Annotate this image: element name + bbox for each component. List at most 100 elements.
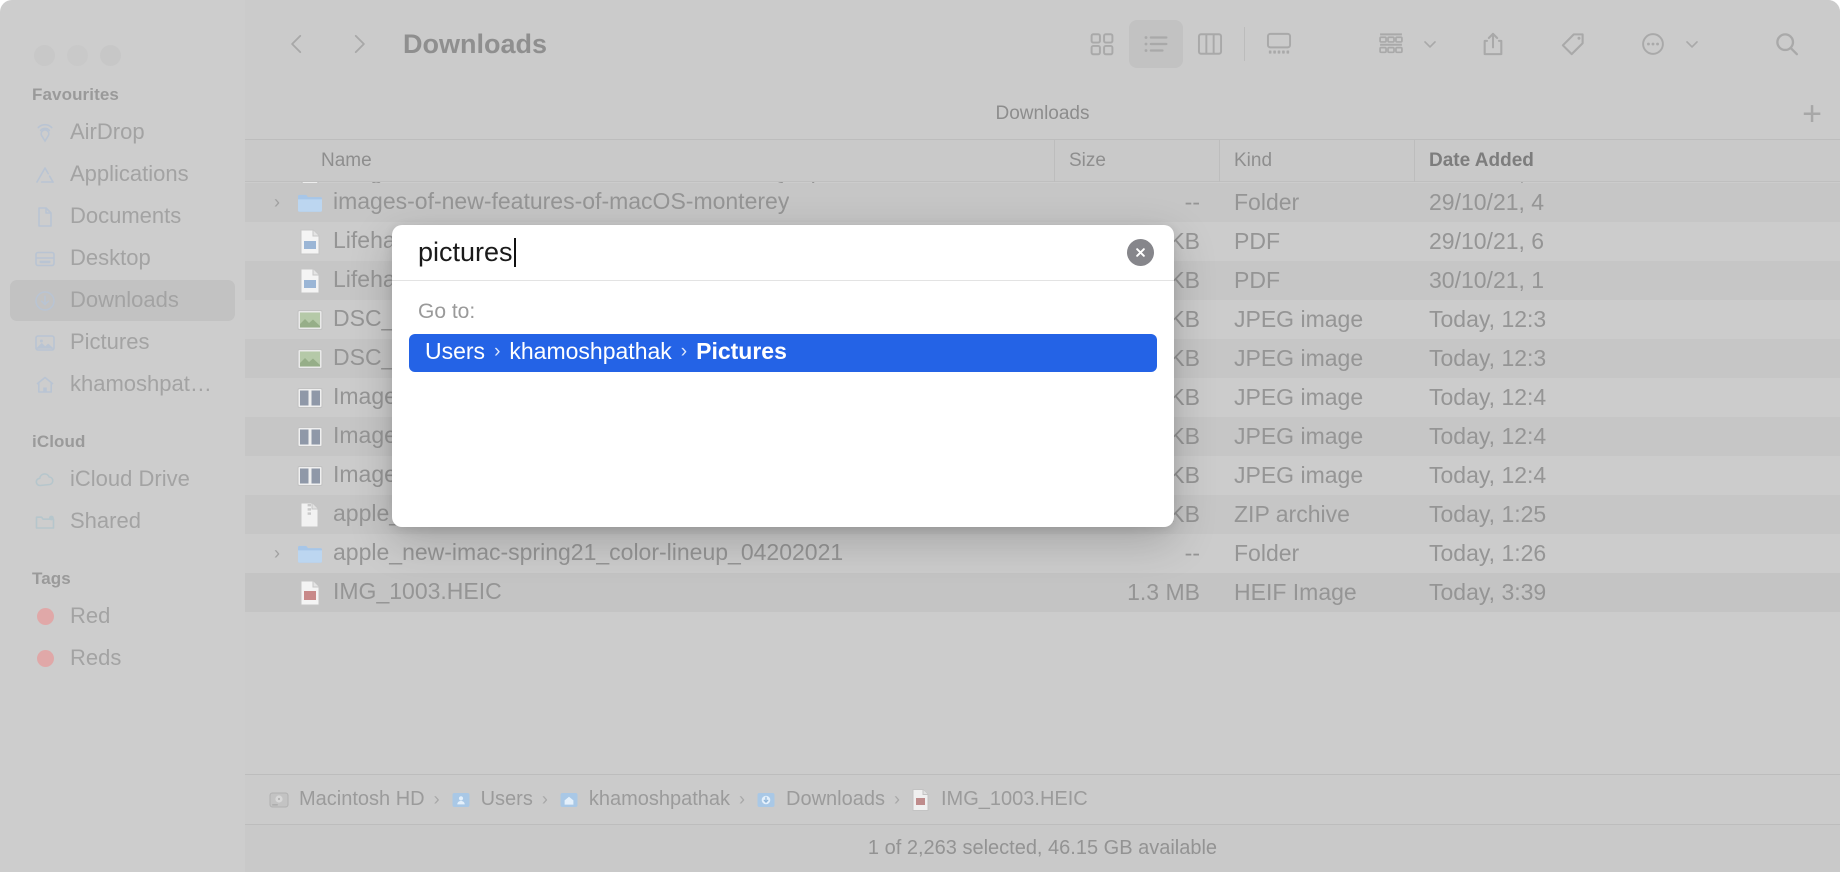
sidebar-item-label: Downloads [70,288,179,312]
view-switcher [1075,20,1306,68]
sidebar-item-documents[interactable]: Documents [10,196,235,237]
text-caret [513,238,516,267]
file-kind: PDF [1234,228,1280,254]
toolbar: Downloads [245,0,1840,88]
file-size: -- [1184,540,1200,566]
go-to-folder-input[interactable]: pictures [418,238,1127,267]
breadcrumb-label: Macintosh HD [299,788,425,810]
path-separator: › [680,341,688,362]
sidebar-item-applications[interactable]: Applications [10,154,235,195]
file-kind: JPEG image [1234,423,1364,449]
share-button[interactable] [1466,20,1520,68]
breadcrumb-separator: › [894,789,900,809]
clear-input-button[interactable] [1127,239,1154,266]
table-row[interactable]: › IMG_1003.HEIC 1.3 MB HEIF Image Today,… [245,573,1840,612]
shared-folder-icon [32,509,58,535]
sidebar-item-label: AirDrop [70,120,145,144]
go-to-result-item[interactable]: Users › khamoshpathak › Pictures [409,334,1157,372]
breadcrumb-item-khamoshpathak[interactable]: khamoshpathak [557,788,730,812]
tag-dot-icon [32,604,58,630]
sidebar-item-downloads[interactable]: Downloads [10,280,235,321]
more-button[interactable] [1626,20,1680,68]
column-header-size[interactable]: Size [1055,139,1220,182]
file-kind: JPEG image [1234,462,1364,488]
file-date: Today, 12:4 [1429,462,1547,488]
disclosure-triangle[interactable]: › [267,543,287,564]
disclosure-triangle[interactable]: › [267,192,287,213]
go-to-results-list: Users › khamoshpathak › Pictures [392,334,1174,372]
gallery-view-button[interactable] [1252,20,1306,68]
image-icon [296,423,324,451]
heic-icon [909,788,933,812]
file-date: Today, 12:4 [1429,423,1547,449]
column-header-kind[interactable]: Kind [1220,139,1415,182]
sidebar-item-label: iCloud Drive [70,467,190,491]
sidebar-item-airdrop[interactable]: AirDrop [10,112,235,153]
group-by-button[interactable] [1364,20,1418,68]
sidebar-item-label: Red [70,604,111,628]
column-view-button[interactable] [1183,20,1237,68]
sidebar-item-tag-red[interactable]: Red [10,596,235,637]
column-header-name[interactable]: Name [245,139,1055,182]
column-header-date-added[interactable]: Date Added [1415,140,1840,182]
sidebar-item-pictures[interactable]: Pictures [10,322,235,363]
applications-icon [32,162,58,188]
page-title: Downloads [403,28,548,59]
file-kind: JPEG image [1234,384,1364,410]
image-icon [296,306,324,334]
file-date: 29/10/21, 6 [1429,228,1545,254]
sidebar-item-shared[interactable]: Shared [10,501,235,542]
minimize-window-button[interactable] [67,44,88,66]
go-to-input-value: pictures [418,237,513,267]
airdrop-icon [32,120,58,146]
back-button[interactable] [275,22,319,66]
users-folder-icon [449,788,473,812]
file-date: Today, 1:25 [1429,501,1547,527]
file-date: 29/10/21, 4 [1429,189,1545,215]
tags-button[interactable] [1546,20,1600,68]
file-date: Today, 3:39 [1429,579,1547,605]
pdf-icon [296,228,324,256]
file-date: Today, 12:3 [1429,345,1547,371]
new-tab-button[interactable]: + [1802,97,1822,131]
icon-view-button[interactable] [1075,20,1129,68]
breadcrumb-item-file[interactable]: IMG_1003.HEIC [909,788,1088,812]
group-by-control[interactable] [1364,20,1440,68]
table-row[interactable]: › images-of-new-features-of-macOS-monter… [245,183,1840,222]
tab-downloads[interactable]: Downloads [996,103,1090,125]
breadcrumb-item-macintosh-hd[interactable]: Macintosh HD [267,788,425,812]
sidebar-item-label: Desktop [70,246,151,270]
sidebar-item-icloud-drive[interactable]: iCloud Drive [10,459,235,500]
file-name: apple_new-imac-spring21_color-lineup_042… [333,540,844,565]
pdf-icon [296,267,324,295]
breadcrumb-label: Users [480,788,533,810]
chevron-down-icon [1420,34,1440,54]
breadcrumb-item-users[interactable]: Users [449,788,533,812]
image-icon [296,462,324,490]
file-date: Today, 12:3 [1429,306,1547,332]
search-button[interactable] [1760,20,1814,68]
status-text: 1 of 2,263 selected, 46.15 GB available [867,837,1218,859]
sidebar-group-favourites-title: Favourites [32,85,119,104]
file-date: 30/10/21, 1 [1429,267,1545,293]
go-to-folder-dialog: pictures Go to: Users › khamoshpathak › … [392,225,1174,527]
more-actions-control[interactable] [1626,20,1702,68]
downloads-folder-icon [754,788,778,812]
file-kind: ZIP archive [1234,501,1350,527]
finder-window: Favourites AirDrop Applications Document… [0,0,1840,872]
file-date: Today, 12:4 [1429,384,1547,410]
path-separator: › [494,341,501,362]
zip-icon [296,501,324,529]
chevron-down-icon [1682,34,1702,54]
sidebar-item-desktop[interactable]: Desktop [10,238,235,279]
zoom-window-button[interactable] [100,44,121,66]
sidebar-item-home[interactable]: khamoshpat… [10,364,235,405]
list-view-button[interactable] [1129,20,1183,68]
close-window-button[interactable] [34,44,55,66]
sidebar-item-tag-reds[interactable]: Reds [10,638,235,679]
table-row[interactable]: › apple_new-imac-spring21_color-lineup_0… [245,534,1840,573]
forward-button[interactable] [337,22,381,66]
breadcrumb: Macintosh HD › Users › khamoshpathak › D… [245,774,1840,824]
breadcrumb-item-downloads[interactable]: Downloads [754,788,885,812]
sidebar-item-label: Applications [70,162,189,186]
